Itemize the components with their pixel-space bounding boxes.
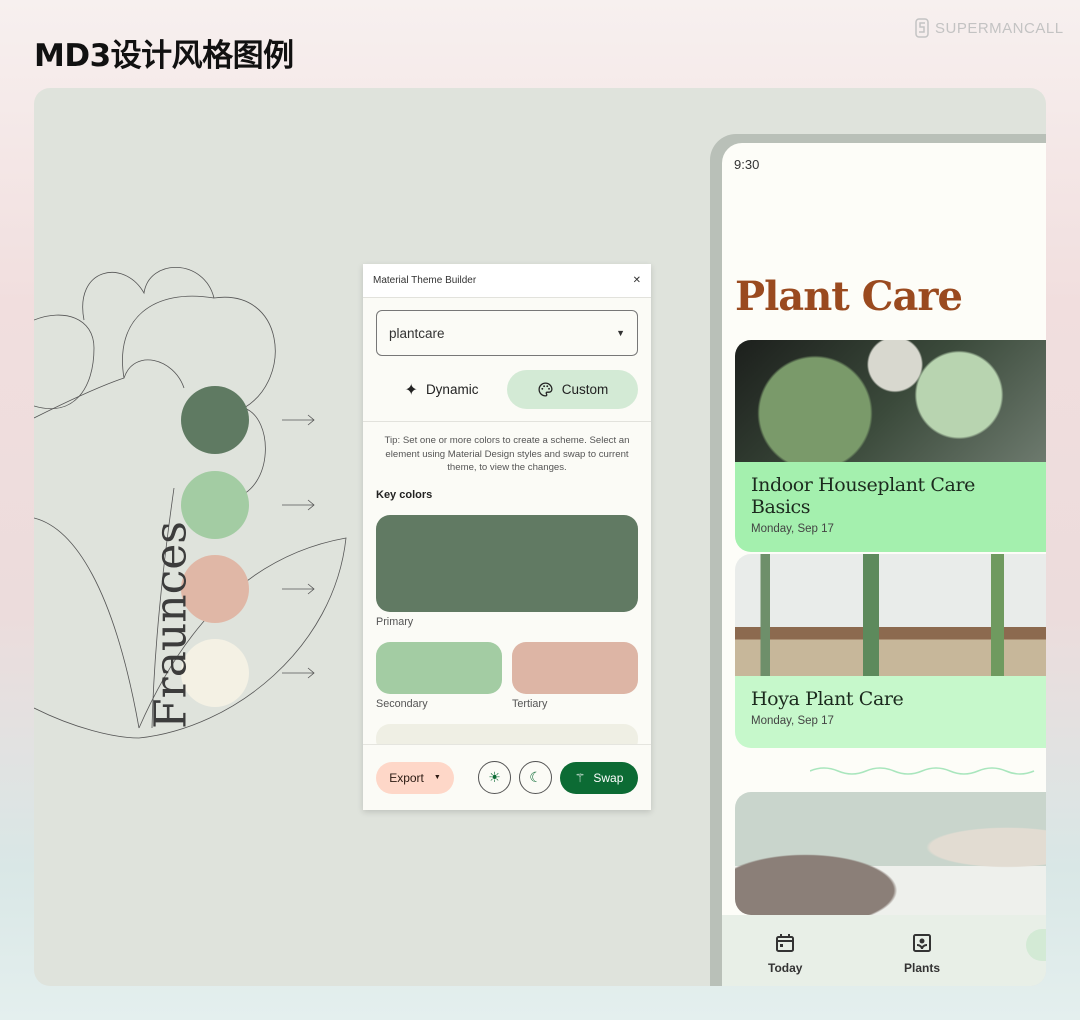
card-image-watering (735, 792, 1046, 915)
key-color-primary[interactable]: Primary (376, 514, 638, 628)
swatch-label: Tertiary (512, 697, 548, 710)
palette-icon (538, 382, 553, 397)
theme-select-value: plantcare (389, 325, 445, 341)
export-label: Export (389, 770, 424, 785)
brand-s-icon (915, 18, 929, 38)
swatch-label: Primary (376, 615, 414, 628)
bottom-navigation: Today Plants (722, 915, 1046, 986)
wave-divider (810, 767, 1035, 775)
primary-swatch[interactable] (376, 514, 638, 612)
card-date: Monday, Sep 17 (751, 523, 834, 535)
card-text-band: Indoor Houseplant Care Basics Monday, Se… (735, 462, 1046, 552)
card-image-cacti (735, 554, 1046, 676)
article-card[interactable]: Indoor Houseplant Care Basics Monday, Se… (735, 340, 1046, 552)
panel-title: Material Theme Builder (373, 275, 477, 286)
page-title: MD3设计风格图例 (34, 38, 294, 74)
nav-item-active-partial[interactable] (1026, 929, 1046, 961)
nav-label: Today (768, 961, 803, 975)
app-title: Plant Care (735, 273, 963, 320)
card-title: Indoor Houseplant Care Basics (751, 474, 976, 518)
card-text-band: Hoya Plant Care Monday, Sep 17 (735, 676, 1046, 748)
card-date: Monday, Sep 17 (751, 715, 834, 727)
key-color-secondary[interactable]: Secondary (376, 641, 502, 710)
palette-swatch-primary (181, 386, 249, 454)
swap-label: Swap (593, 770, 624, 785)
tip-text: Tip: Set one or more colors to create a … (384, 435, 630, 473)
arrows (282, 414, 315, 679)
card-image-indoor-plants (735, 340, 1046, 462)
article-card[interactable] (735, 792, 1046, 915)
swap-button[interactable]: ⚚ Swap (560, 761, 638, 794)
key-colors-heading: Key colors (376, 488, 433, 501)
close-icon[interactable]: ✕ (633, 275, 641, 286)
article-card[interactable]: Hoya Plant Care Monday, Sep 17 (735, 554, 1046, 748)
nav-item-plants[interactable]: Plants (904, 933, 940, 975)
panel-header: Material Theme Builder ✕ (363, 264, 651, 298)
brand-name: SUPERMANCALL (935, 19, 1064, 37)
flower-illustration (34, 266, 347, 739)
tertiary-swatch[interactable] (512, 641, 638, 694)
mode-dynamic-button[interactable]: ✦ Dynamic (376, 370, 507, 409)
export-button[interactable]: Export ▼ (376, 761, 454, 794)
nav-item-today[interactable]: Today (768, 933, 802, 975)
key-color-tertiary[interactable]: Tertiary (512, 641, 638, 710)
plant-frame-icon (913, 934, 931, 952)
font-name-label: Fraunces (145, 521, 197, 729)
mode-label: Dynamic (425, 382, 479, 397)
showcase-card: Fraunces Material Theme Builder ✕ plantc… (34, 88, 1046, 986)
sparkle-icon: ✦ (404, 381, 418, 399)
mode-custom-button[interactable]: Custom (507, 370, 638, 409)
secondary-swatch[interactable] (376, 641, 502, 694)
panel-footer: Export ▼ ☀ ☾ ⚚ Swap (363, 744, 651, 810)
sun-icon[interactable]: ☀ (478, 761, 511, 794)
card-title: Hoya Plant Care (751, 688, 904, 710)
mode-toggle: ✦ Dynamic Custom (376, 370, 638, 409)
status-time: 9:30 (734, 157, 760, 172)
dropdown-arrow-icon: ▼ (616, 328, 625, 338)
theme-select[interactable]: plantcare ▼ (376, 310, 638, 356)
theme-builder-panel: Material Theme Builder ✕ plantcare ▼ ✦ D… (363, 264, 651, 810)
calendar-icon (776, 934, 795, 952)
magic-wand-icon: ⚚ (574, 770, 586, 785)
dropdown-arrow-icon: ▼ (433, 774, 441, 781)
swatch-label: Secondary (376, 697, 428, 710)
mode-label: Custom (561, 382, 609, 397)
nav-label: Plants (904, 961, 941, 975)
phone-screen: 9:30 Plant Care Indoor Houseplant Care B… (722, 143, 1046, 986)
moon-icon[interactable]: ☾ (519, 761, 552, 794)
brand-logo: SUPERMANCALL (915, 18, 1064, 38)
